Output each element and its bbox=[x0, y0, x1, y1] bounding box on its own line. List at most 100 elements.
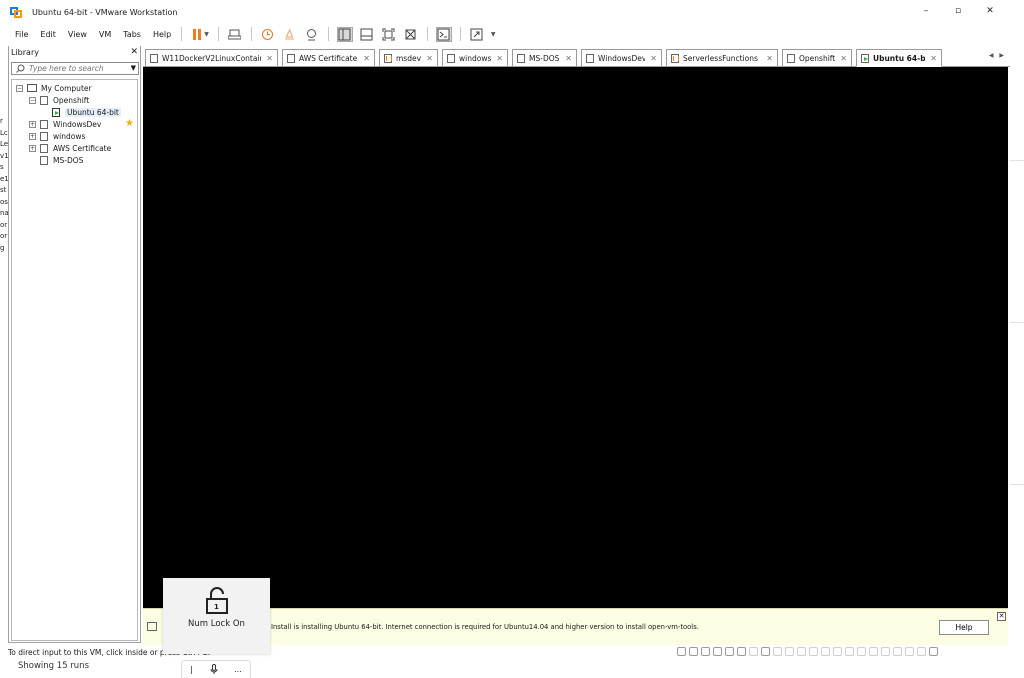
vm-tabs: W11DockerV2LinuxContainer ✕ AWS Certifica… bbox=[143, 46, 1010, 67]
tab-openshift[interactable]: Openshift ✕ bbox=[782, 49, 852, 66]
tab-aws-certificate[interactable]: AWS Certificate ✕ bbox=[282, 49, 375, 66]
tab-close-icon[interactable]: ✕ bbox=[363, 54, 370, 63]
network-icon[interactable] bbox=[725, 647, 734, 656]
tree-item-windows[interactable]: + windows bbox=[12, 130, 137, 142]
device-icon[interactable] bbox=[857, 647, 866, 656]
menu-vm[interactable]: VM bbox=[94, 30, 116, 39]
device-icon[interactable] bbox=[809, 647, 818, 656]
tab-msdev[interactable]: msdev ✕ bbox=[379, 49, 438, 66]
console-view-icon[interactable] bbox=[435, 26, 452, 42]
tree-item-openshift[interactable]: − Openshift bbox=[12, 94, 137, 106]
tab-close-icon[interactable]: ✕ bbox=[426, 54, 433, 63]
more-icon[interactable]: ... bbox=[234, 665, 242, 674]
show-library-icon[interactable] bbox=[336, 26, 353, 42]
pause-vm-button[interactable] bbox=[193, 28, 202, 40]
tab-close-icon[interactable]: ✕ bbox=[840, 54, 847, 63]
tab-close-icon[interactable]: ✕ bbox=[930, 54, 937, 63]
tab-close-icon[interactable]: ✕ bbox=[496, 54, 503, 63]
menu-view[interactable]: View bbox=[63, 30, 92, 39]
device-icon[interactable] bbox=[797, 647, 806, 656]
cd-dvd-icon[interactable] bbox=[701, 647, 710, 656]
vm-running-icon bbox=[52, 107, 60, 117]
expand-icon[interactable]: + bbox=[29, 120, 36, 128]
menu-help[interactable]: Help bbox=[148, 30, 176, 39]
tab-ubuntu-64-bit[interactable]: Ubuntu 64-bit✕ bbox=[856, 49, 942, 67]
menu-tabs[interactable]: Tabs bbox=[118, 30, 146, 39]
maximize-button[interactable]: ▫ bbox=[942, 6, 974, 16]
power-dropdown-icon[interactable]: ▼ bbox=[204, 31, 209, 38]
vm-icon bbox=[287, 53, 295, 63]
cursor-icon[interactable]: | bbox=[190, 665, 193, 674]
menu-edit[interactable]: Edit bbox=[35, 30, 61, 39]
expand-icon[interactable]: + bbox=[29, 144, 36, 152]
collapse-icon[interactable]: − bbox=[29, 96, 36, 104]
library-pane: Library ✕ ▼ − My Computer − Openshift Ub… bbox=[8, 46, 141, 643]
background-window-fragment: r Lc Le v1 s e1 st os na or or g bbox=[0, 117, 8, 252]
revert-snapshot-icon[interactable] bbox=[283, 28, 297, 41]
device-icon[interactable] bbox=[881, 647, 890, 656]
favorite-star-icon[interactable]: ★ bbox=[125, 118, 134, 130]
vm-console[interactable] bbox=[143, 67, 1008, 608]
device-icon[interactable] bbox=[785, 647, 794, 656]
library-close-icon[interactable]: ✕ bbox=[130, 47, 138, 57]
tree-item-my-computer[interactable]: − My Computer bbox=[12, 82, 137, 94]
library-search[interactable]: ▼ bbox=[11, 62, 139, 75]
help-button[interactable]: Help bbox=[939, 620, 989, 635]
computer-icon bbox=[27, 84, 37, 92]
snapshot-icon[interactable] bbox=[261, 28, 275, 41]
device-icon[interactable] bbox=[773, 647, 782, 656]
printer-icon[interactable] bbox=[761, 647, 770, 656]
floppy-icon[interactable] bbox=[713, 647, 722, 656]
search-dropdown-icon[interactable]: ▼ bbox=[131, 64, 136, 72]
device-icon[interactable] bbox=[749, 647, 758, 656]
notification-text: Install is installing Ubuntu 64-bit. Int… bbox=[271, 623, 699, 631]
expand-icon[interactable]: + bbox=[29, 132, 36, 140]
tree-item-windowsdev[interactable]: + WindowsDev ★ bbox=[12, 118, 137, 130]
message-log-icon[interactable] bbox=[929, 647, 938, 656]
tab-close-icon[interactable]: ✕ bbox=[565, 54, 572, 63]
device-icon[interactable] bbox=[821, 647, 830, 656]
tab-windowsdev[interactable]: WindowsDev ✕ bbox=[581, 49, 662, 66]
search-input[interactable] bbox=[29, 64, 125, 73]
thumbnail-bar-icon[interactable] bbox=[360, 28, 374, 41]
notification-close-icon[interactable]: ✕ bbox=[997, 612, 1006, 621]
device-icon[interactable] bbox=[893, 647, 902, 656]
tree-item-ubuntu[interactable]: Ubuntu 64-bit bbox=[12, 106, 137, 118]
minimize-button[interactable]: – bbox=[910, 6, 942, 16]
stretch-dropdown-icon[interactable]: ▼ bbox=[491, 31, 496, 38]
cd-dvd-icon[interactable] bbox=[689, 647, 698, 656]
tab-windows[interactable]: windows ✕ bbox=[442, 49, 508, 66]
device-icon[interactable] bbox=[845, 647, 854, 656]
unity-icon[interactable] bbox=[404, 28, 418, 41]
tab-serverlessfunctions[interactable]: ServerlessFunctions ✕ bbox=[666, 49, 778, 66]
vm-icon bbox=[40, 131, 48, 141]
device-icon[interactable] bbox=[917, 647, 926, 656]
menu-toolbar: File Edit View VM Tabs Help ▼ ▼ bbox=[0, 24, 1010, 44]
stretch-guest-icon[interactable] bbox=[470, 28, 484, 41]
send-ctrl-alt-del-icon[interactable] bbox=[228, 28, 242, 41]
tab-scroll-arrows-icon[interactable]: ◀ ▶ bbox=[989, 52, 1006, 59]
tree-item-ms-dos[interactable]: MS-DOS bbox=[12, 154, 137, 166]
tab-close-icon[interactable]: ✕ bbox=[766, 54, 773, 63]
vm-icon bbox=[586, 53, 594, 63]
lock-digit: 1 bbox=[214, 603, 219, 611]
microphone-icon[interactable] bbox=[210, 663, 218, 676]
vm-icon bbox=[517, 53, 525, 63]
snapshot-manager-icon[interactable] bbox=[305, 28, 319, 41]
tab-close-icon[interactable]: ✕ bbox=[266, 54, 273, 63]
device-icon[interactable] bbox=[905, 647, 914, 656]
usb-icon[interactable] bbox=[737, 647, 746, 656]
collapse-icon[interactable]: − bbox=[16, 84, 23, 92]
runs-count: Showing 15 runs bbox=[18, 661, 89, 671]
tab-ms-dos[interactable]: MS-DOS ✕ bbox=[512, 49, 577, 66]
menu-file[interactable]: File bbox=[10, 30, 33, 39]
hard-disk-icon[interactable] bbox=[677, 647, 686, 656]
close-button[interactable]: ✕ bbox=[974, 6, 1006, 16]
device-icon[interactable] bbox=[833, 647, 842, 656]
tab-close-icon[interactable]: ✕ bbox=[650, 54, 657, 63]
tree-item-aws-certificate[interactable]: + AWS Certificate bbox=[12, 142, 137, 154]
tab-w11docker[interactable]: W11DockerV2LinuxContainer ✕ bbox=[145, 49, 278, 66]
device-icon[interactable] bbox=[869, 647, 878, 656]
full-screen-icon[interactable] bbox=[382, 28, 396, 41]
background-divider bbox=[1010, 160, 1024, 161]
